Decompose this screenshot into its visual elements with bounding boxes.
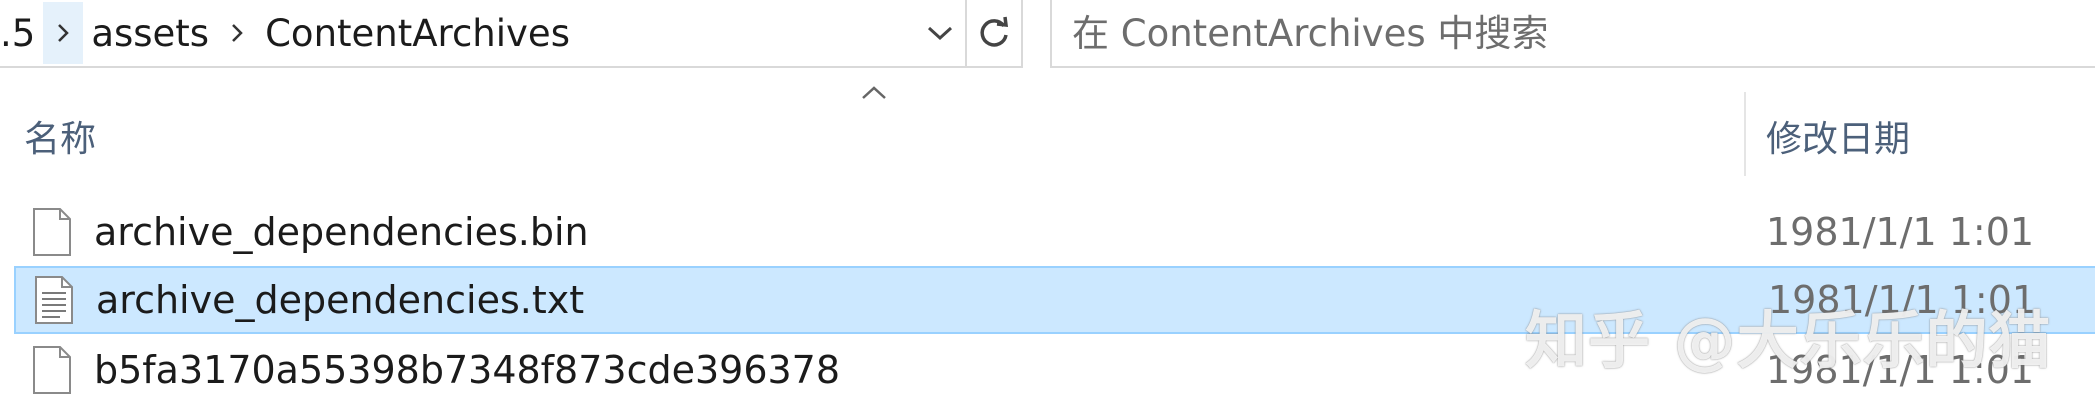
breadcrumb-assets[interactable]: assets — [83, 2, 217, 64]
sort-ascending-icon — [860, 84, 888, 106]
text-file-icon — [35, 276, 73, 324]
column-header-date-modified[interactable]: 修改日期 — [1766, 108, 2095, 164]
column-header-name-label: 名称 — [24, 119, 97, 160]
file-explorer-window: .5 assets ContentArchives 名称 修改日期 — [0, 0, 2095, 415]
watermark: 知乎 @大乐乐的猫 — [1525, 304, 2052, 377]
refresh-icon[interactable] — [965, 0, 1021, 66]
breadcrumb-chevron-icon[interactable] — [43, 2, 84, 64]
file-name: archive_dependencies.bin — [94, 210, 589, 254]
file-date-modified: 1981/1/1 1:01 — [1766, 210, 2035, 254]
column-divider[interactable] — [1744, 92, 1746, 176]
blank-file-icon — [33, 208, 71, 256]
search-input[interactable] — [1052, 0, 2095, 66]
column-header-name[interactable]: 名称 — [24, 108, 1724, 164]
blank-file-icon — [33, 346, 71, 394]
column-header-date-label: 修改日期 — [1766, 119, 1911, 160]
address-bar[interactable]: .5 assets ContentArchives — [0, 0, 1023, 68]
breadcrumb-version[interactable]: .5 — [0, 2, 43, 64]
chevron-down-icon[interactable] — [915, 2, 965, 64]
file-row[interactable]: archive_dependencies.bin 1981/1/1 1:01 — [14, 198, 2095, 266]
breadcrumb-chevron-icon[interactable] — [217, 2, 257, 64]
breadcrumb-content-archives[interactable]: ContentArchives — [257, 2, 578, 64]
search-box[interactable] — [1050, 0, 2095, 68]
